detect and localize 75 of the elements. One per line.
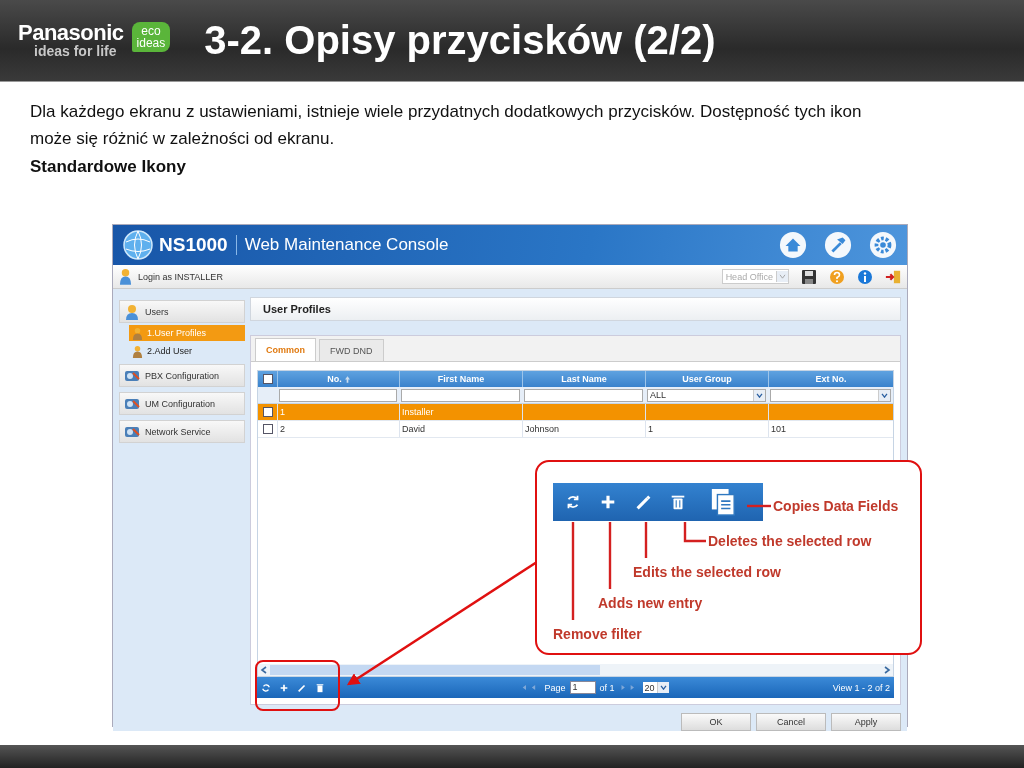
sidebar-item[interactable]: Users	[119, 300, 245, 323]
table-cell: 101	[771, 424, 787, 434]
page-field[interactable]: 1	[569, 681, 596, 694]
caret-icon	[756, 392, 763, 398]
filter-select[interactable]: ALL	[647, 388, 766, 402]
copy-icon	[710, 487, 736, 517]
trash-icon	[669, 493, 687, 511]
eco-badge: eco ideas	[131, 21, 171, 52]
record-count: View 1 - 2 of 2	[832, 682, 890, 693]
plus-icon[interactable]	[279, 682, 289, 693]
scroll-left-icon[interactable]	[260, 666, 268, 674]
sidebar-item[interactable]: UM Configuration	[119, 392, 245, 415]
globe-icon	[123, 230, 153, 260]
checkbox[interactable]	[262, 424, 273, 434]
caret-icon	[659, 685, 667, 690]
settings-icon[interactable]	[869, 231, 897, 259]
subheading: Standardowe Ikony	[30, 157, 187, 177]
leader-line	[608, 522, 612, 589]
caret-icon	[779, 274, 786, 279]
user-icon	[132, 344, 143, 358]
dialog-button[interactable]: OK	[681, 713, 751, 731]
horizontal-scrollbar[interactable]	[258, 664, 893, 676]
tab[interactable]: FWD DND	[319, 339, 384, 361]
brand-logo: Panasonic	[18, 22, 124, 44]
refresh-icon[interactable]	[261, 682, 271, 693]
page-count: of 1	[599, 682, 615, 693]
save-icon[interactable]	[801, 268, 817, 285]
page-size-select[interactable]: 20	[642, 682, 669, 693]
home-icon[interactable]	[779, 231, 807, 259]
table-row[interactable]: 2 David Johnson 1 101	[258, 421, 893, 438]
trash-icon[interactable]	[315, 682, 325, 693]
pencil-icon	[634, 493, 652, 511]
callout-label: Remove filter	[553, 625, 642, 644]
sidebar-item[interactable]: PBX Configuration	[119, 364, 245, 387]
table-cell: 2	[280, 424, 285, 434]
callout-label: Copies Data Fields	[773, 497, 899, 516]
login-label: Login as INSTALLER	[138, 271, 223, 282]
callout-label: Edits the selected row	[633, 563, 781, 582]
filter-select[interactable]	[770, 388, 891, 402]
intro-paragraph: Dla każdego ekranu z ustawieniami, istnieje wiele przydatnych dodatkowych przycisków. Dostępność tych ikon może się różnić w zależności od ekranu.	[30, 101, 863, 150]
info-icon[interactable]	[857, 268, 873, 285]
leader-line	[683, 522, 706, 543]
table-cell: 1	[280, 407, 285, 417]
exit-icon[interactable]	[885, 268, 901, 285]
product-name: NS1000	[159, 234, 228, 256]
table-cell: David	[402, 424, 425, 434]
checkbox[interactable]	[262, 374, 273, 384]
scroll-right-icon[interactable]	[883, 666, 891, 674]
sidebar-subitem[interactable]: 2.Add User	[129, 343, 245, 359]
filter-field[interactable]	[401, 388, 520, 402]
user-icon	[132, 326, 143, 340]
table-cell: Johnson	[525, 424, 560, 434]
callout-label: Adds new entry	[598, 594, 703, 613]
table-cell: Installer	[402, 407, 434, 417]
hammer-icon[interactable]	[824, 231, 852, 259]
sidebar-item[interactable]: Network Service	[119, 420, 245, 443]
dialog-button[interactable]: Cancel	[756, 713, 826, 731]
caret-icon	[881, 392, 888, 398]
filter-field[interactable]	[279, 388, 397, 402]
panel-title: User Profiles	[250, 297, 901, 321]
checkbox[interactable]	[262, 407, 273, 417]
sort-arrow-icon	[344, 375, 350, 383]
leader-line	[747, 504, 771, 508]
user-icon	[119, 268, 132, 285]
console-title: Web Maintenance Console	[244, 235, 449, 255]
dialog-button[interactable]: Apply	[831, 713, 901, 731]
pencil-icon[interactable]	[297, 682, 307, 693]
tagline: ideas for life	[34, 44, 118, 59]
page-label: Page	[544, 682, 566, 693]
filter-field[interactable]	[524, 388, 643, 402]
leader-line	[644, 522, 648, 558]
slide-title: 3-2. Opisy przycisków (2/2)	[204, 18, 716, 63]
table-cell: 1	[648, 424, 653, 434]
callout-label: Deletes the selected row	[708, 532, 872, 551]
plus-icon	[599, 493, 617, 511]
